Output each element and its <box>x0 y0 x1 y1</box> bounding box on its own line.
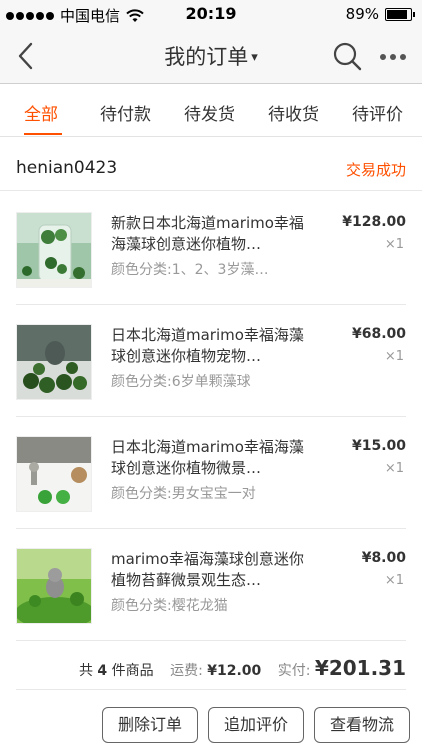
delete-order-button[interactable]: 删除订单 <box>102 707 198 743</box>
add-review-button[interactable]: 追加评价 <box>208 707 304 743</box>
active-tab-indicator <box>24 133 62 135</box>
battery-icon <box>385 7 415 21</box>
divider <box>16 689 406 690</box>
tab-pending-review[interactable]: 待评价 <box>352 100 403 125</box>
divider <box>16 640 406 641</box>
order-summary: 共 4 件商品 运费: ¥12.00 实付: ¥201.31 <box>0 644 422 690</box>
item-title[interactable]: 新款日本北海道marimo幸福海藻球创意迷你植物… <box>111 213 311 255</box>
item-title[interactable]: marimo幸福海藻球创意迷你植物苔藓微景观生态… <box>111 549 311 591</box>
shipping-value: ¥12.00 <box>207 663 262 679</box>
item-sku: 颜色分类:6岁单颗藻球 <box>111 374 251 390</box>
item-sku: 颜色分类:樱花龙猫 <box>111 598 228 614</box>
paid-value: ¥201.31 <box>314 656 406 680</box>
search-icon[interactable] <box>332 41 362 71</box>
battery-percent: 89% <box>345 5 379 23</box>
chevron-down-icon: ▾ <box>251 50 258 65</box>
product-image[interactable] <box>16 548 92 624</box>
order-item[interactable]: marimo幸福海藻球创意迷你植物苔藓微景观生态… 颜色分类:樱花龙猫 ¥8.0… <box>0 529 422 641</box>
shop-header[interactable]: henian0423 交易成功 <box>0 147 422 191</box>
order-status: 交易成功 <box>345 161 406 179</box>
item-title[interactable]: 日本北海道marimo幸福海藻球创意迷你植物宠物… <box>111 325 311 367</box>
item-quantity: ×1 <box>384 573 404 588</box>
order-item[interactable]: 新款日本北海道marimo幸福海藻球创意迷你植物… 颜色分类:1、2、3岁藻… … <box>0 193 422 305</box>
order-item[interactable]: 日本北海道marimo幸福海藻球创意迷你植物微景… 颜色分类:男女宝宝一对 ¥1… <box>0 417 422 529</box>
tab-pending-shipment[interactable]: 待发货 <box>184 100 235 125</box>
order-tabs: 全部 待付款 待发货 待收货 待评价 <box>0 85 422 137</box>
more-icon[interactable] <box>380 54 408 62</box>
battery-fill <box>387 9 407 19</box>
item-price: ¥128.00 <box>342 214 406 230</box>
order-actions: 删除订单 追加评价 查看物流 <box>0 701 422 750</box>
item-price: ¥8.00 <box>361 550 406 566</box>
item-quantity: ×1 <box>384 349 404 364</box>
tab-pending-payment[interactable]: 待付款 <box>100 100 151 125</box>
item-price: ¥68.00 <box>351 326 406 342</box>
item-title[interactable]: 日本北海道marimo幸福海藻球创意迷你植物微景… <box>111 437 311 479</box>
tab-all[interactable]: 全部 <box>24 100 58 125</box>
product-image[interactable] <box>16 212 92 288</box>
paid-label: 实付: <box>277 663 311 679</box>
product-image[interactable] <box>16 324 92 400</box>
status-right: 89% <box>345 5 415 23</box>
nav-bar: 我的订单 ▾ <box>0 28 422 84</box>
product-image[interactable] <box>16 436 92 512</box>
order-item[interactable]: 日本北海道marimo幸福海藻球创意迷你植物宠物… 颜色分类:6岁单颗藻球 ¥6… <box>0 305 422 417</box>
item-count-prefix: 共 <box>78 663 93 679</box>
shop-name[interactable]: henian0423 <box>16 158 117 178</box>
shipping-label: 运费: <box>170 663 203 679</box>
item-price: ¥15.00 <box>351 438 406 454</box>
item-quantity: ×1 <box>384 237 404 252</box>
view-logistics-button[interactable]: 查看物流 <box>314 707 410 743</box>
summary-text: 共 4 件商品 运费: ¥12.00 实付: ¥201.31 <box>79 656 406 680</box>
status-bar: 中国电信 20:19 89% <box>0 0 422 28</box>
item-sku: 颜色分类:男女宝宝一对 <box>111 486 256 502</box>
item-sku: 颜色分类:1、2、3岁藻… <box>111 262 269 278</box>
item-quantity: ×1 <box>384 461 404 476</box>
tab-pending-receipt[interactable]: 待收货 <box>268 100 319 125</box>
page-title-text: 我的订单 <box>164 45 249 69</box>
item-count: 4 <box>97 663 108 679</box>
item-count-suffix: 件商品 <box>111 663 154 679</box>
